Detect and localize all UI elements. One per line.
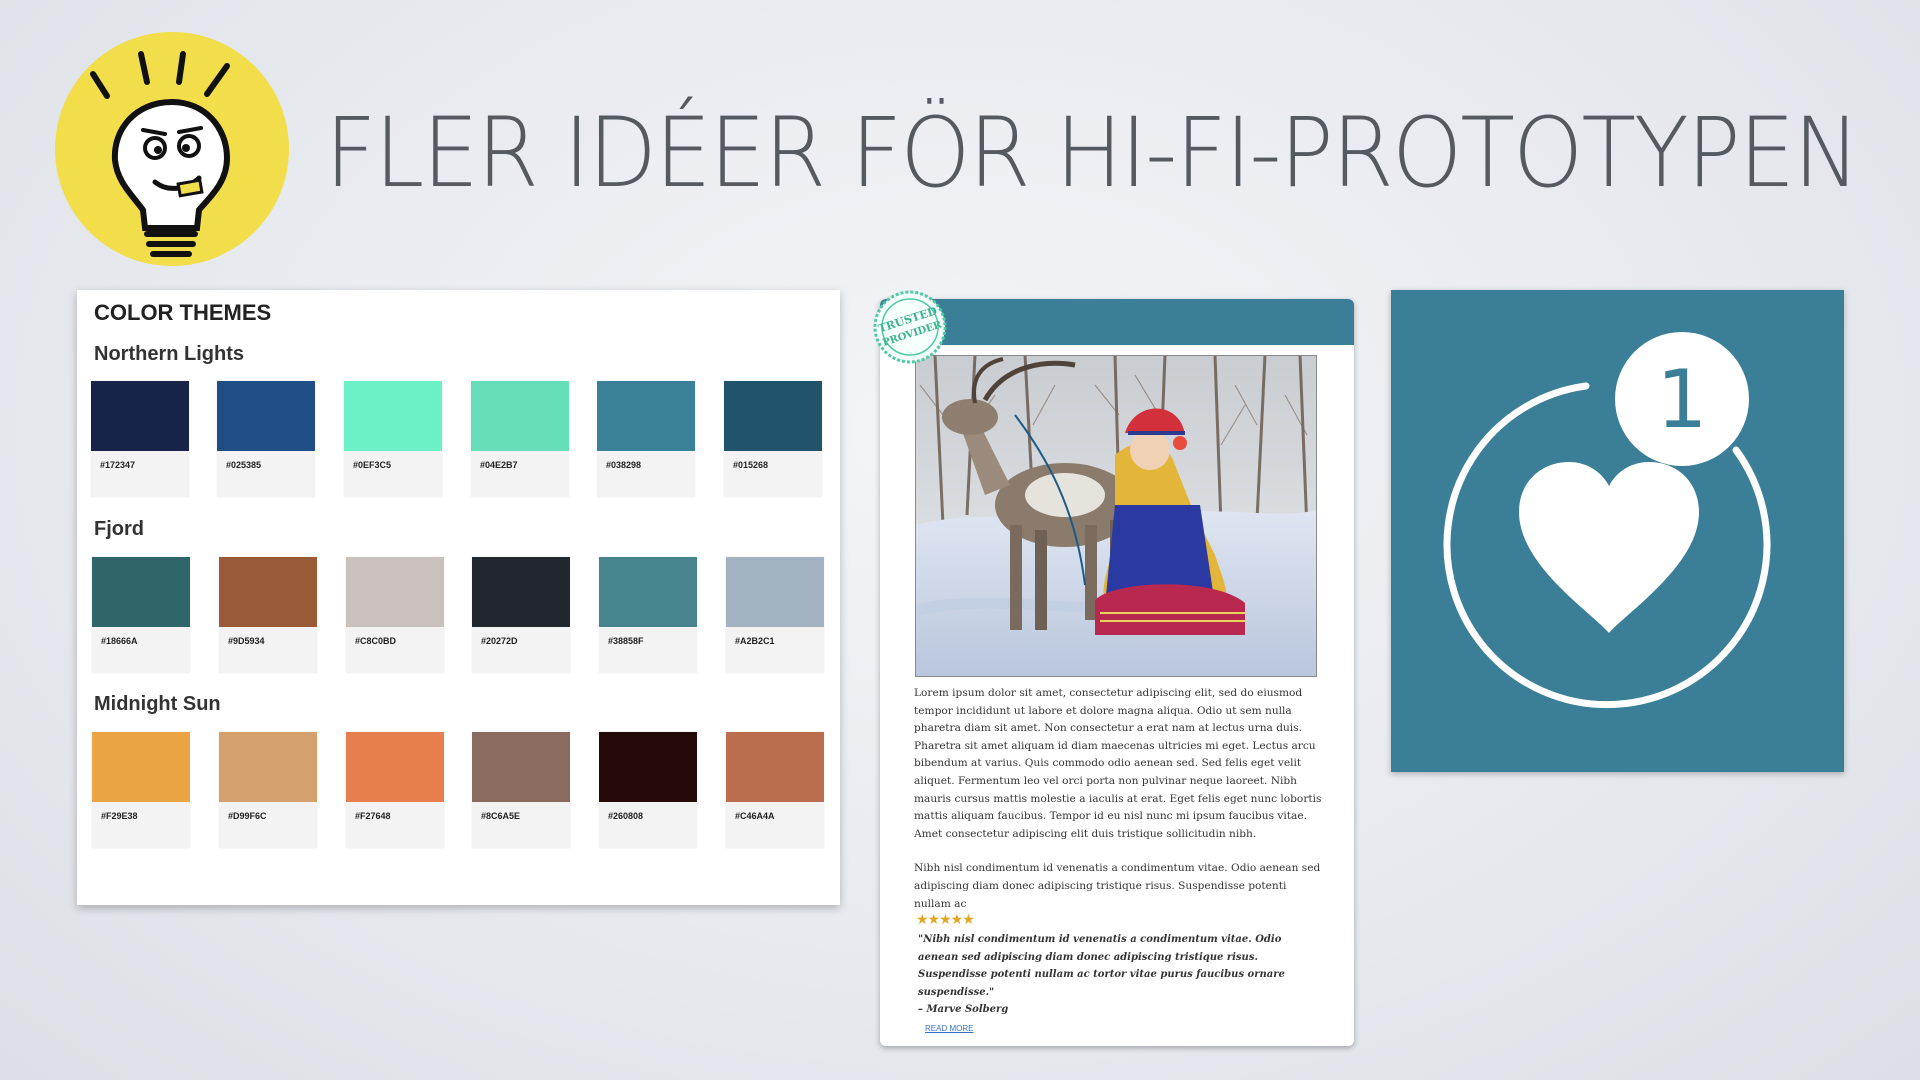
- swatch-chip: [726, 557, 824, 627]
- theme-name-fjord: Fjord: [94, 518, 144, 540]
- swatch-chip: [726, 732, 824, 802]
- theme-name-midnight-sun: Midnight Sun: [94, 693, 221, 715]
- color-swatch[interactable]: #0EF3C5: [344, 381, 442, 497]
- review-author: – Marve Solberg: [918, 1004, 1009, 1015]
- swatch-row-fjord: #18666A #9D5934 #C8C0BD #20272D #38858F …: [92, 557, 832, 675]
- swatch-chip: [724, 381, 822, 451]
- swatch-hex: #F29E38: [101, 811, 138, 821]
- color-themes-heading: COLOR THEMES: [94, 300, 272, 325]
- color-swatch[interactable]: #04E2B7: [471, 381, 569, 497]
- article-paragraph: Nibh nisl condimentum id venenatis a con…: [914, 862, 1321, 910]
- color-swatch[interactable]: #A2B2C1: [726, 557, 824, 673]
- swatch-hex: #38858F: [608, 636, 644, 646]
- swatch-row-midnight-sun: #F29E38 #D99F6C #F27648 #8C6A5E #260808 …: [92, 732, 832, 850]
- swatch-row-northern-lights: #172347 #025385 #0EF3C5 #04E2B7 #038298 …: [91, 381, 831, 499]
- swatch-hex: #F27648: [355, 811, 391, 821]
- swatch-hex: #D99F6C: [228, 811, 267, 821]
- swatch-hex: #20272D: [481, 636, 518, 646]
- color-swatch[interactable]: #260808: [599, 732, 697, 848]
- article-paragraph: Lorem ipsum dolor sit amet, consectetur …: [914, 687, 1322, 840]
- swatch-hex: #C8C0BD: [355, 636, 397, 646]
- color-swatch[interactable]: #D99F6C: [219, 732, 317, 848]
- swatch-chip: [217, 381, 315, 451]
- swatch-chip: [472, 732, 570, 802]
- review-quote-text: "Nibh nisl condimentum id venenatis a co…: [918, 934, 1285, 998]
- color-swatch[interactable]: #8C6A5E: [472, 732, 570, 848]
- color-swatch[interactable]: #9D5934: [219, 557, 317, 673]
- article-body: Lorem ipsum dolor sit amet, consectetur …: [914, 685, 1326, 930]
- heart-icon: [1519, 462, 1699, 633]
- swatch-chip: [599, 732, 697, 802]
- color-swatch[interactable]: #172347: [91, 381, 189, 497]
- color-swatch[interactable]: #F27648: [346, 732, 444, 848]
- article-card: Lorem ipsum dolor sit amet, consectetur …: [880, 299, 1354, 1046]
- swatch-hex: #015268: [733, 460, 769, 470]
- swatch-hex: #8C6A5E: [481, 811, 521, 821]
- color-swatch[interactable]: #038298: [597, 381, 695, 497]
- like-notification-panel: 1: [1391, 290, 1844, 772]
- swatch-chip: [599, 557, 697, 627]
- swatch-chip: [219, 557, 317, 627]
- swatch-chip: [92, 732, 190, 802]
- lightbulb-icon: [90, 51, 231, 257]
- color-swatch[interactable]: #C8C0BD: [346, 557, 444, 673]
- color-themes-card: COLOR THEMES Northern Lights #172347 #02…: [77, 290, 840, 905]
- lightbulb-logo: [55, 32, 289, 266]
- swatch-chip: [344, 381, 442, 451]
- swatch-chip: [471, 381, 569, 451]
- swatch-hex: #9D5934: [228, 636, 265, 646]
- slide-title: FLER IDÉER FÖR HI-FI-PROTOTYPEN: [325, 97, 1860, 209]
- swatch-hex: #C46A4A: [735, 811, 775, 821]
- swatch-chip: [472, 557, 570, 627]
- color-swatch[interactable]: #18666A: [92, 557, 190, 673]
- color-swatch[interactable]: #F29E38: [92, 732, 190, 848]
- article-header-bar: [880, 299, 1354, 345]
- review-quote: "Nibh nisl condimentum id venenatis a co…: [918, 931, 1323, 1019]
- swatch-chip: [219, 732, 317, 802]
- color-swatch[interactable]: #015268: [724, 381, 822, 497]
- swatch-hex: #260808: [608, 811, 644, 821]
- trusted-provider-badge: TRUSTED PROVIDER: [873, 290, 947, 364]
- read-more-link[interactable]: READ MORE: [925, 1024, 973, 1033]
- color-swatch[interactable]: #20272D: [472, 557, 570, 673]
- swatch-hex: #025385: [226, 460, 262, 470]
- swatch-chip: [597, 381, 695, 451]
- swatch-hex: #04E2B7: [480, 460, 518, 470]
- theme-name-northern-lights: Northern Lights: [94, 343, 244, 365]
- color-swatch[interactable]: #025385: [217, 381, 315, 497]
- swatch-hex: #A2B2C1: [735, 636, 775, 646]
- swatch-chip: [92, 557, 190, 627]
- swatch-hex: #18666A: [101, 636, 138, 646]
- color-swatch[interactable]: #C46A4A: [726, 732, 824, 848]
- swatch-hex: #0EF3C5: [353, 460, 392, 470]
- rating-stars: ★★★★★: [916, 911, 975, 927]
- swatch-chip: [91, 381, 189, 451]
- swatch-hex: #038298: [606, 460, 642, 470]
- swatch-chip: [346, 732, 444, 802]
- swatch-hex: #172347: [100, 460, 136, 470]
- article-photo: [915, 355, 1317, 677]
- swatch-chip: [346, 557, 444, 627]
- color-swatch[interactable]: #38858F: [599, 557, 697, 673]
- like-count-badge: 1: [1656, 352, 1708, 446]
